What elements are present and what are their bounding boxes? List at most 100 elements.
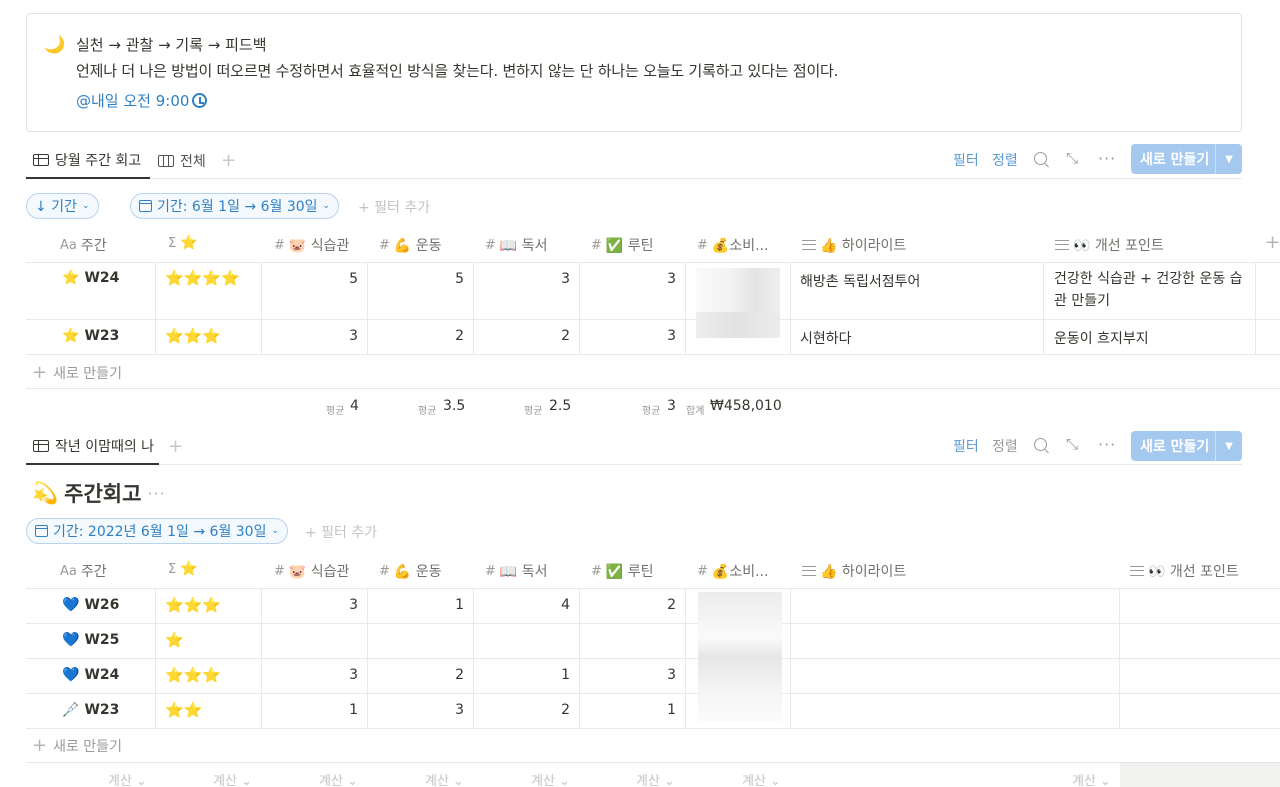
spending-sum[interactable]: ₩458,010 — [710, 398, 782, 414]
more-options-icon[interactable]: ··· — [1098, 435, 1116, 454]
reading-value[interactable]: 1 — [474, 667, 570, 683]
add-filter-button[interactable]: + 필터 추가 — [358, 197, 430, 217]
routine-value[interactable]: 2 — [580, 597, 676, 613]
calculate-dropdown[interactable]: 계산 ⌄ — [531, 770, 570, 787]
filter-button[interactable]: 필터 — [953, 150, 979, 170]
routine-value[interactable]: 3 — [580, 328, 676, 344]
col-header-stars[interactable]: Σ ⭐ — [168, 561, 198, 577]
col-header-stars[interactable]: Σ ⭐ — [168, 235, 198, 251]
callout-heading: 실천 → 관찰 → 기록 → 피드백 — [76, 36, 267, 54]
callout-text: 언제나 더 나은 방법이 떠오르면 수정하면서 효율적인 방식을 찾는다. 변하… — [76, 62, 839, 80]
search-icon[interactable] — [1034, 152, 1047, 165]
col-header-highlight[interactable]: 👍 하이라이트 — [802, 235, 906, 255]
more-options-icon[interactable]: ··· — [147, 484, 165, 503]
exercise-value[interactable]: 1 — [368, 597, 464, 613]
sort-button[interactable]: 정렬 — [992, 436, 1018, 456]
reading-value[interactable]: 2 — [474, 328, 570, 344]
sparkle-icon: 💫 — [32, 480, 59, 505]
calculate-dropdown[interactable]: 계산 ⌄ — [1072, 770, 1111, 787]
col-header-routine[interactable]: # ✅ 루틴 — [591, 235, 654, 255]
expand-icon[interactable]: ⤡ — [1066, 149, 1078, 167]
new-row-button[interactable]: + 새로 만들기 — [32, 735, 122, 756]
filter-button[interactable]: 필터 — [953, 436, 979, 456]
col-header-spending[interactable]: # 💰소비... — [697, 561, 768, 581]
new-row-button[interactable]: + 새로 만들기 — [32, 362, 122, 383]
col-header-improve[interactable]: 👀 개선 포인트 — [1130, 561, 1239, 581]
improve-text[interactable]: 운동이 흐지부지 — [1054, 328, 1149, 348]
row-title[interactable]: ⭐ W24 — [62, 270, 119, 286]
chevron-down-icon[interactable]: ▼ — [1216, 441, 1242, 452]
col-header-spending[interactable]: # 💰소비... — [697, 235, 768, 255]
stars-formula: ⭐⭐⭐ — [165, 596, 222, 614]
db1-view-tabs: 당월 주간 회고 전체 + 필터 정렬 ⤡ ··· 새로 만들기 ▼ — [26, 143, 1242, 179]
reading-value[interactable]: 4 — [474, 597, 570, 613]
reading-value[interactable]: 3 — [474, 271, 570, 287]
routine-value[interactable]: 3 — [580, 667, 676, 683]
highlight-text[interactable]: 해방촌 독립서점투어 — [800, 271, 920, 291]
new-item-button[interactable]: 새로 만들기 ▼ — [1131, 144, 1242, 174]
routine-value[interactable]: 3 — [580, 271, 676, 287]
exercise-value[interactable]: 2 — [368, 328, 464, 344]
tab-monthly-review[interactable]: 당월 주간 회고 — [26, 143, 150, 179]
sort-button[interactable]: 정렬 — [992, 150, 1018, 170]
diet-value[interactable]: 3 — [262, 328, 358, 344]
highlight-text[interactable]: 시현하다 — [800, 328, 852, 348]
sort-pill[interactable]: ↓ 기간 ⌄ — [26, 193, 99, 219]
row-title[interactable]: 🩼 W23 — [62, 702, 119, 718]
col-header-diet[interactable]: # 🐷 식습관 — [274, 561, 349, 581]
col-header-exercise[interactable]: # 💪 운동 — [379, 561, 442, 581]
col-header-diet[interactable]: # 🐷 식습관 — [274, 235, 349, 255]
routine-avg[interactable]: 3 — [667, 398, 676, 414]
add-column-icon[interactable]: + — [1265, 232, 1280, 253]
tab-all[interactable]: 전체 — [158, 143, 206, 179]
col-header-week[interactable]: Aa 주간 — [60, 235, 107, 255]
row-title[interactable]: 💙 W25 — [62, 632, 119, 648]
calculate-dropdown[interactable]: 계산 ⌄ — [742, 770, 781, 787]
col-header-exercise[interactable]: # 💪 운동 — [379, 235, 442, 255]
col-header-week[interactable]: Aa 주간 — [60, 561, 107, 581]
chevron-down-icon[interactable]: ▼ — [1216, 154, 1242, 165]
add-view-icon[interactable]: + — [221, 150, 236, 171]
add-view-icon[interactable]: + — [168, 436, 183, 457]
diet-value[interactable]: 1 — [262, 702, 358, 718]
row-title[interactable]: ⭐ W23 — [62, 328, 119, 344]
date-filter-pill[interactable]: 기간: 6월 1일 → 6월 30일 ⌄ — [130, 193, 340, 219]
tab-last-year[interactable]: 작년 이맘때의 나 — [26, 429, 159, 465]
calculate-dropdown[interactable]: 계산 ⌄ — [213, 770, 252, 787]
add-filter-button[interactable]: + 필터 추가 — [305, 522, 377, 542]
col-header-improve[interactable]: 👀 개선 포인트 — [1055, 235, 1164, 255]
new-item-button[interactable]: 새로 만들기 ▼ — [1131, 431, 1242, 461]
exercise-value[interactable]: 3 — [368, 702, 464, 718]
database-title[interactable]: 💫 주간회고 ··· — [32, 478, 166, 508]
improve-text[interactable]: 건강한 식습관 + 건강한 운동 습관 만들기 — [1054, 268, 1246, 312]
exercise-value[interactable]: 2 — [368, 667, 464, 683]
col-header-routine[interactable]: # ✅ 루틴 — [591, 561, 654, 581]
exercise-value[interactable]: 5 — [368, 271, 464, 287]
diet-value[interactable]: 5 — [262, 271, 358, 287]
calculate-dropdown[interactable]: 계산 ⌄ — [425, 770, 464, 787]
diet-value[interactable]: 3 — [262, 597, 358, 613]
expand-icon[interactable]: ⤡ — [1066, 435, 1078, 453]
text-property-icon — [1055, 240, 1069, 250]
reading-avg[interactable]: 2.5 — [549, 398, 571, 414]
exercise-avg[interactable]: 3.5 — [443, 398, 465, 414]
routine-value[interactable]: 1 — [580, 702, 676, 718]
calc-cell-highlight[interactable] — [1120, 763, 1280, 787]
calculate-dropdown[interactable]: 계산 ⌄ — [108, 770, 147, 787]
reminder-mention[interactable]: @내일 오전 9:00 — [76, 90, 208, 111]
row-title[interactable]: 💙 W24 — [62, 667, 119, 683]
stars-formula: ⭐ — [165, 631, 184, 649]
more-options-icon[interactable]: ··· — [1098, 149, 1116, 168]
date-filter-pill[interactable]: 기간: 2022년 6월 1일 → 6월 30일 ⌄ — [26, 518, 289, 544]
col-header-reading[interactable]: # 📖 독서 — [485, 561, 548, 581]
row-title[interactable]: 💙 W26 — [62, 597, 119, 613]
calculate-dropdown[interactable]: 계산 ⌄ — [319, 770, 358, 787]
star-icon: ⭐ — [62, 328, 80, 344]
col-header-highlight[interactable]: 👍 하이라이트 — [802, 561, 906, 581]
search-icon[interactable] — [1034, 438, 1047, 451]
calculate-dropdown[interactable]: 계산 ⌄ — [636, 770, 675, 787]
col-header-reading[interactable]: # 📖 독서 — [485, 235, 548, 255]
diet-avg[interactable]: 4 — [350, 398, 359, 414]
reading-value[interactable]: 2 — [474, 702, 570, 718]
diet-value[interactable]: 3 — [262, 667, 358, 683]
